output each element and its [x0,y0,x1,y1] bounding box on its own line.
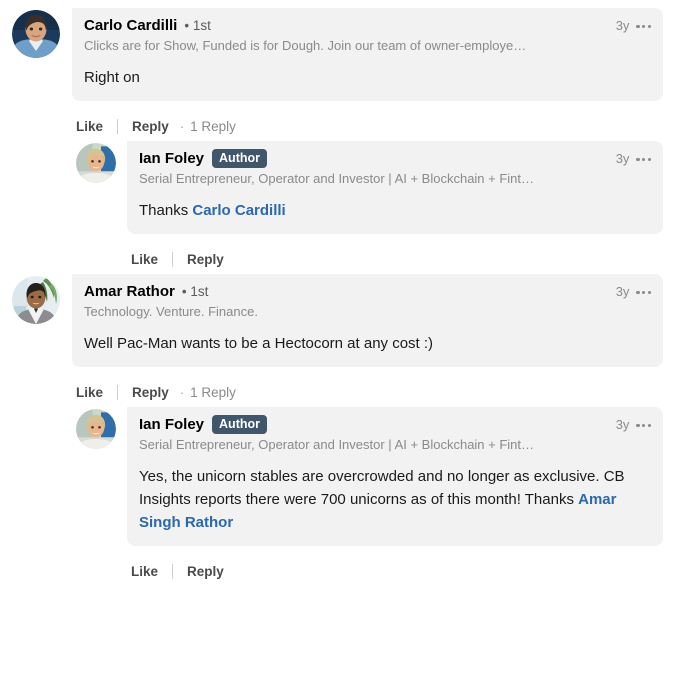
reply-button[interactable]: Reply [187,563,224,580]
comment-text: Yes, the unicorn stables are overcrowded… [139,465,651,534]
comment-timestamp: 3y [615,18,630,33]
author-name[interactable]: Carlo Cardilli [84,16,177,35]
comment-header: Ian Foley Author 3y [139,415,651,434]
author-line: Carlo Cardilli • 1st [84,16,211,35]
author-name[interactable]: Amar Rathor [84,282,175,301]
comment-ian-foley-reply-1: Ian Foley Author 3y Serial Entrepreneur,… [0,141,676,274]
comment-actions: Like Reply · 1 Reply [72,101,663,141]
reply-button[interactable]: Reply [132,118,169,135]
comment-timestamp: 3y [615,284,630,299]
action-divider [117,385,119,400]
comment-text-segment: Well Pac-Man wants to be a Hectocorn at … [84,335,434,352]
reply-button[interactable]: Reply [187,251,224,268]
comment-text: Well Pac-Man wants to be a Hectocorn at … [84,332,651,355]
comment-header: Carlo Cardilli • 1st 3y [84,16,651,35]
comment-meta: 3y [616,16,651,34]
comment-body: Ian Foley Author 3y Serial Entrepreneur,… [127,407,663,586]
author-badge: Author [212,415,267,434]
comment-bubble: Amar Rathor • 1st 3y Technology. Venture… [72,274,663,367]
like-button[interactable]: Like [76,384,103,401]
like-button[interactable]: Like [131,251,158,268]
overflow-menu-icon[interactable] [636,423,651,428]
action-divider [172,252,174,267]
author-headline: Serial Entrepreneur, Operator and Invest… [139,437,535,452]
avatar-ian-foley[interactable] [76,409,116,449]
comment-header: Amar Rathor • 1st 3y [84,282,651,301]
author-name[interactable]: Ian Foley [139,415,204,434]
overflow-menu-icon[interactable] [636,157,651,162]
like-button[interactable]: Like [76,118,103,135]
reply-count-button[interactable]: 1 Reply [190,118,236,135]
comment-carlo-cardilli: Carlo Cardilli • 1st 3y Clicks are for S… [0,8,676,141]
comment-header: Ian Foley Author 3y [139,149,651,168]
mention-link[interactable]: Carlo Cardilli [192,202,285,219]
comment-text-segment: Right on [84,69,140,86]
comment-actions: Like Reply [127,234,663,274]
author-name[interactable]: Ian Foley [139,149,204,168]
comment-actions: Like Reply · 1 Reply [72,367,663,407]
action-divider [172,564,174,579]
comment-text-segment: Yes, the unicorn stables are overcrowded… [139,468,625,508]
connection-degree: • 1st [181,284,209,299]
overflow-menu-icon[interactable] [636,24,651,29]
comment-ian-foley-reply-2: Ian Foley Author 3y Serial Entrepreneur,… [0,407,676,586]
author-headline: Technology. Venture. Finance. [84,304,258,319]
comment-body: Ian Foley Author 3y Serial Entrepreneur,… [127,141,663,274]
avatar-carlo-cardilli[interactable] [12,10,60,58]
connection-degree: • 1st [184,18,211,33]
reply-separator-dot: · [179,385,185,400]
author-headline: Clicks are for Show, Funded is for Dough… [84,38,527,53]
comment-actions: Like Reply [127,546,663,586]
author-line: Amar Rathor • 1st [84,282,208,301]
comment-text-segment: Thanks [139,202,193,219]
author-line: Ian Foley Author [139,149,267,168]
author-headline: Serial Entrepreneur, Operator and Invest… [139,171,535,186]
overflow-menu-icon[interactable] [636,290,651,295]
comment-text: Thanks Carlo Cardilli [139,199,651,222]
author-badge: Author [212,149,267,168]
comment-meta: 3y [616,415,651,433]
reply-count-button[interactable]: 1 Reply [190,384,236,401]
comment-text: Right on [84,66,651,89]
comments-thread: Carlo Cardilli • 1st 3y Clicks are for S… [0,0,676,586]
comment-meta: 3y [616,282,651,300]
comment-bubble: Carlo Cardilli • 1st 3y Clicks are for S… [72,8,663,101]
comment-body: Carlo Cardilli • 1st 3y Clicks are for S… [72,8,663,141]
avatar-ian-foley[interactable] [76,143,116,183]
author-line: Ian Foley Author [139,415,267,434]
comment-amar-rathor: Amar Rathor • 1st 3y Technology. Venture… [0,274,676,407]
reply-separator-dot: · [179,119,185,134]
action-divider [117,119,119,134]
comment-body: Amar Rathor • 1st 3y Technology. Venture… [72,274,663,407]
comment-timestamp: 3y [615,417,630,432]
like-button[interactable]: Like [131,563,158,580]
comment-meta: 3y [616,149,651,167]
comment-bubble: Ian Foley Author 3y Serial Entrepreneur,… [127,141,663,234]
comment-timestamp: 3y [615,151,630,166]
avatar-amar-rathor[interactable] [12,276,60,324]
reply-button[interactable]: Reply [132,384,169,401]
comment-bubble: Ian Foley Author 3y Serial Entrepreneur,… [127,407,663,546]
